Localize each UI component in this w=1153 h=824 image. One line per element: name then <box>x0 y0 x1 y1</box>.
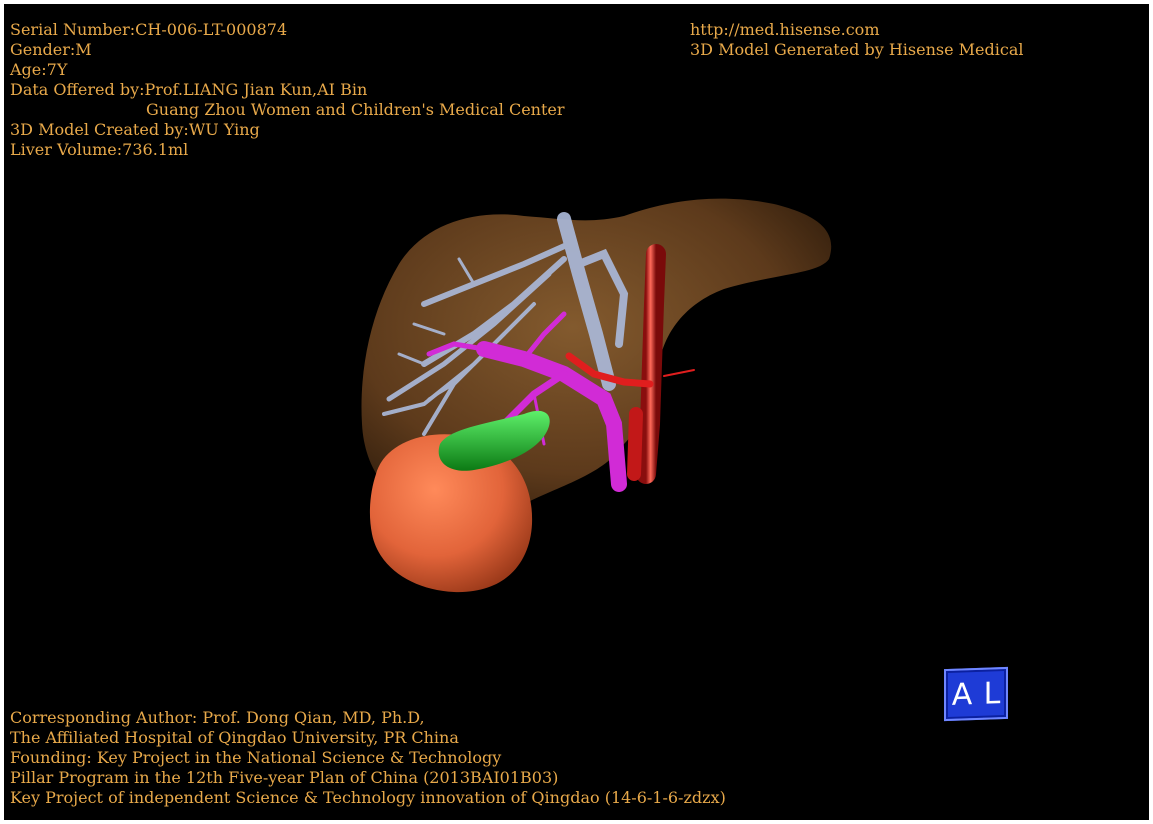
corresponding-author: Corresponding Author: Prof. Dong Qian, M… <box>10 708 425 727</box>
liver-volume: Liver Volume:736.1ml <box>10 140 189 159</box>
website-url: http://med.hisense.com <box>690 20 880 39</box>
medical-center: Guang Zhou Women and Children's Medical … <box>146 100 565 119</box>
3d-viewport[interactable]: Serial Number:CH-006-LT-000874 Gender:M … <box>4 4 1149 820</box>
patient-info-block: Serial Number:CH-006-LT-000874 Gender:M … <box>10 20 565 160</box>
orientation-anterior-label: A <box>951 676 973 713</box>
affiliation: The Affiliated Hospital of Qingdao Unive… <box>10 728 459 747</box>
generated-by: 3D Model Generated by Hisense Medical <box>690 40 1024 59</box>
data-offered-by: Data Offered by:Prof.LIANG Jian Kun,AI B… <box>10 80 368 99</box>
age: Age:7Y <box>10 60 68 79</box>
funding-project: Key Project of independent Science & Tec… <box>10 788 726 807</box>
funding: Founding: Key Project in the National Sc… <box>10 748 502 767</box>
generator-info-block: http://med.hisense.com 3D Model Generate… <box>690 20 1023 60</box>
serial-number: Serial Number:CH-006-LT-000874 <box>10 20 288 39</box>
model-created-by: 3D Model Created by:WU Ying <box>10 120 260 139</box>
funding-program: Pillar Program in the 12th Five-year Pla… <box>10 768 559 787</box>
orientation-left-label: L <box>983 675 1001 712</box>
orientation-cube[interactable]: A L <box>944 666 1008 722</box>
gender: Gender:M <box>10 40 92 59</box>
credits-block: Corresponding Author: Prof. Dong Qian, M… <box>10 708 726 808</box>
